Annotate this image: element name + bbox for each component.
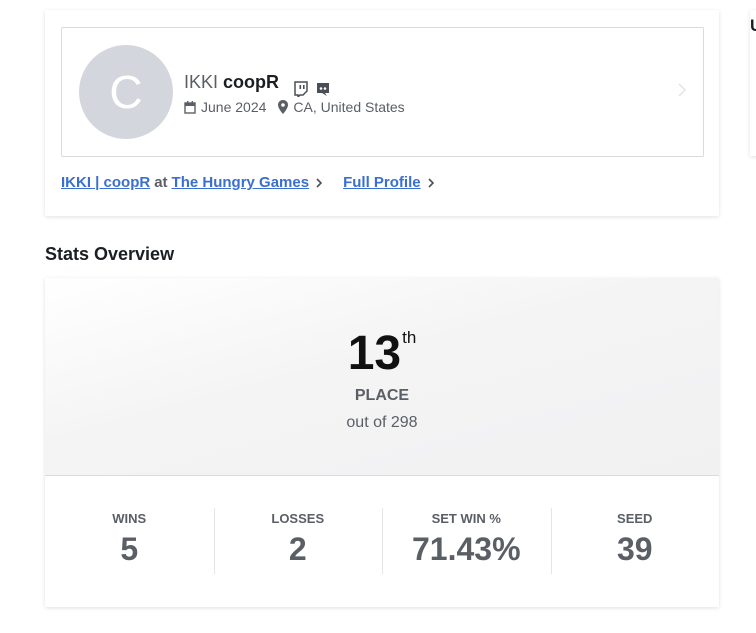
chevron-right-icon — [677, 80, 687, 100]
profile-links: IKKI | coopR at The Hungry Games Full Pr… — [61, 174, 455, 191]
stat-value: 71.43% — [411, 531, 521, 567]
placement-number: 13th — [45, 326, 719, 381]
stat-label: LOSSES — [271, 511, 325, 526]
stat-wins: WINS 5 — [45, 475, 214, 607]
joined-date: June 2024 — [201, 99, 267, 115]
discord-icon[interactable] — [315, 81, 331, 97]
placement-suffix: th — [402, 328, 417, 347]
location: CA, United States — [293, 99, 405, 115]
full-profile-link[interactable]: Full Profile — [343, 174, 421, 191]
sponsor-prefix: IKKI — [184, 72, 219, 92]
stat-label: WINS — [112, 511, 147, 526]
avatar-initial: C — [109, 66, 143, 118]
stat-value: 2 — [288, 531, 307, 567]
placement-panel: 13th PLACE out of 298 — [45, 278, 719, 476]
stat-losses: LOSSES 2 — [213, 475, 383, 607]
stat-row: WINS 5 LOSSES 2 SET WIN % 71.43% SEED 39 — [45, 475, 719, 607]
chevron-right-icon — [427, 177, 435, 189]
player-profile-link-box[interactable]: C IKKI coopR June 2024 CA, United States — [61, 27, 704, 157]
at-label: at — [154, 174, 168, 191]
stat-label: SET WIN % — [431, 511, 501, 526]
avatar: C — [79, 45, 173, 139]
placement-value: 13 — [347, 327, 402, 380]
stats-overview-card: 13th PLACE out of 298 WINS 5 LOSSES 2 SE… — [45, 278, 719, 607]
event-link[interactable]: The Hungry Games — [172, 174, 310, 191]
placement-total: out of 298 — [346, 414, 418, 431]
stat-value: 39 — [616, 531, 653, 567]
player-profile-card: C IKKI coopR June 2024 CA, United States — [45, 10, 719, 216]
stats-overview-title: Stats Overview — [45, 244, 175, 264]
player-meta: June 2024 CA, United States — [184, 99, 405, 115]
calendar-icon — [184, 100, 196, 114]
twitch-icon[interactable] — [293, 80, 309, 97]
chevron-right-icon — [315, 177, 323, 189]
placement-label: PLACE — [354, 387, 410, 404]
player-at-event-link-player[interactable]: IKKI | coopR — [61, 174, 150, 191]
stat-label: SEED — [617, 511, 653, 526]
adjacent-card-title-fragment: U — [750, 16, 756, 36]
player-name: IKKI coopR — [184, 72, 337, 97]
gamertag: coopR — [223, 72, 280, 92]
stat-seed: SEED 39 — [550, 475, 720, 607]
stat-set-win-percent: SET WIN % 71.43% — [382, 475, 551, 607]
stat-value: 5 — [120, 531, 139, 567]
location-pin-icon — [278, 100, 289, 114]
